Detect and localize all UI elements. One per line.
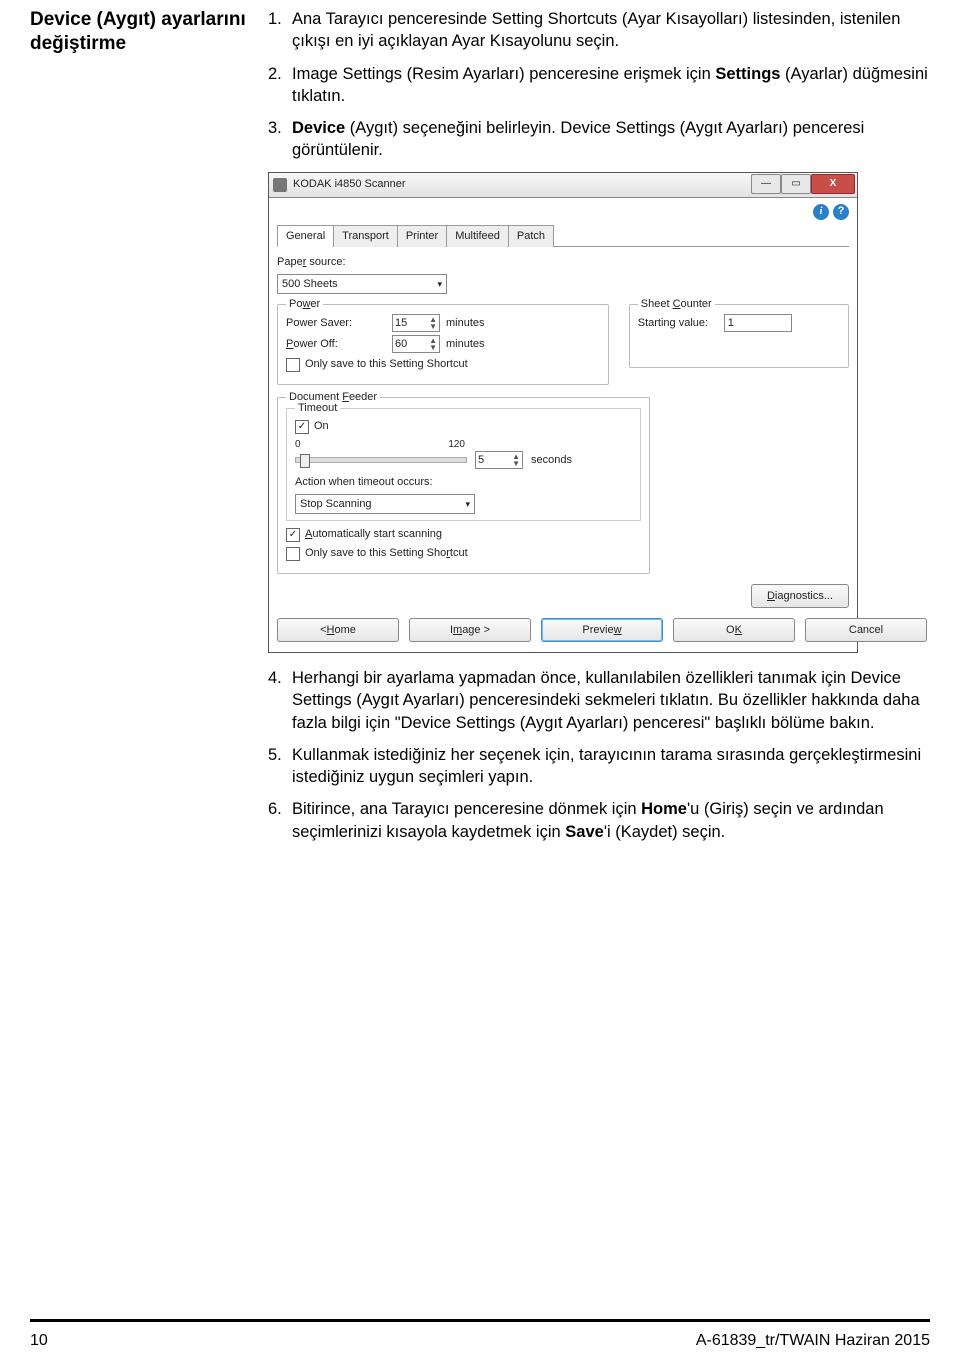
sheet-counter-legend: Sheet Counter [638,297,715,312]
tab-transport[interactable]: Transport [333,225,398,248]
timeout-subgroup: Timeout On 0 120 [286,408,641,521]
power-group: Power Power Saver: 15▲▼ minutes Power Of… [277,304,609,385]
step-text: Kullanmak istediğiniz her seçenek için, … [292,744,930,789]
page-footer: 10 A-61839_tr/TWAIN Haziran 2015 [30,1332,930,1350]
only-save-label-2: Only save to this Setting Shortcut [305,546,468,561]
step-text-pre: Bitirince, ana Tarayıcı penceresine dönm… [292,800,641,818]
spinner-arrows-icon: ▲▼ [429,316,437,330]
step-bold: Device [292,119,345,137]
image-button[interactable]: Image > [409,618,531,642]
power-saver-label: Power Saver: [286,316,386,331]
info-icon[interactable]: i [813,204,829,220]
power-off-spinner[interactable]: 60 ▲▼ [392,335,440,353]
help-icon[interactable]: ? [833,204,849,220]
tab-general[interactable]: General [277,225,334,248]
step-text: Bitirince, ana Tarayıcı penceresine dönm… [292,798,930,843]
starting-value-input[interactable]: 1 [724,314,792,332]
only-save-label: Only save to this Setting Shortcut [305,357,468,372]
paper-source-value: 500 Sheets [282,277,338,292]
minimize-button[interactable]: — [751,174,781,194]
minutes-unit: minutes [446,316,485,331]
timeout-on-label: On [314,419,329,434]
paper-source-select[interactable]: 500 Sheets ▾ [277,274,447,294]
power-off-value: 60 [395,337,407,352]
document-feeder-group: Document Feeder Timeout On 0 [277,397,650,574]
starting-value-label: Starting value: [638,316,718,331]
step-number: 2. [268,63,292,108]
steps-column: 1. Ana Tarayıcı penceresinde Setting Sho… [268,8,930,853]
ok-button[interactable]: OK [673,618,795,642]
only-save-checkbox[interactable] [286,358,300,372]
step-text: Ana Tarayıcı penceresinde Setting Shortc… [292,8,930,53]
page-number: 10 [30,1332,48,1350]
minutes-unit: minutes [446,337,485,352]
chevron-down-icon: ▾ [465,498,470,510]
power-saver-value: 15 [395,316,407,331]
only-save-checkbox-2[interactable] [286,547,300,561]
timeout-on-checkbox[interactable] [295,420,309,434]
timeout-spinner[interactable]: 5 ▲▼ [475,451,523,469]
step-text: Image Settings (Resim Ayarları) penceres… [292,63,930,108]
power-group-legend: Power [286,297,323,312]
auto-start-checkbox[interactable] [286,528,300,542]
slider-thumb[interactable] [300,454,310,468]
power-off-label: Power Off: [286,337,386,352]
maximize-button[interactable]: ▭ [781,174,811,194]
step-bold: Settings [715,65,780,83]
timeout-slider[interactable] [295,457,467,463]
auto-start-label: Automatically start scanning [305,527,442,542]
step-bold: Save [565,823,604,841]
step-text-pre: Image Settings (Resim Ayarları) penceres… [292,65,715,83]
step-text-post: 'i (Kaydet) seçin. [604,823,725,841]
action-select[interactable]: Stop Scanning ▾ [295,494,475,514]
window-app-icon [273,178,287,192]
section-heading: Device (Aygıt) ayarlarını değiştirme [30,8,250,56]
slider-max: 120 [448,438,465,452]
tab-multifeed[interactable]: Multifeed [446,225,509,248]
action-value: Stop Scanning [300,497,372,512]
seconds-unit: seconds [531,453,572,468]
step-number: 6. [268,798,292,843]
close-button[interactable]: X [811,174,855,194]
action-label: Action when timeout occurs: [295,475,632,490]
timeout-legend: Timeout [295,401,340,416]
footer-rule [30,1319,930,1322]
scanner-settings-window: KODAK i4850 Scanner — ▭ X i ? [268,172,858,653]
slider-min: 0 [295,438,301,452]
paper-source-label: Paper source: [277,255,849,270]
cancel-button[interactable]: Cancel [805,618,927,642]
diagnostics-button[interactable]: Diagnostics... [751,584,849,608]
tab-printer[interactable]: Printer [397,225,447,248]
step-number: 4. [268,667,292,734]
spinner-arrows-icon: ▲▼ [512,453,520,467]
chevron-down-icon: ▾ [437,278,442,290]
power-saver-spinner[interactable]: 15 ▲▼ [392,314,440,332]
doc-reference: A-61839_tr/TWAIN Haziran 2015 [696,1332,930,1350]
window-titlebar: KODAK i4850 Scanner — ▭ X [269,173,857,198]
step-text-post: (Aygıt) seçeneğini belirleyin. Device Se… [292,119,864,159]
step-text: Device (Aygıt) seçeneğini belirleyin. De… [292,117,930,162]
tabs-bar: General Transport Printer Multifeed Patc… [277,224,849,248]
preview-button[interactable]: Preview [541,618,663,642]
sheet-counter-group: Sheet Counter Starting value: 1 [629,304,849,368]
spinner-arrows-icon: ▲▼ [429,337,437,351]
window-title: KODAK i4850 Scanner [293,177,406,192]
timeout-value: 5 [478,453,484,468]
step-number: 1. [268,8,292,53]
tab-patch[interactable]: Patch [508,225,554,248]
home-button[interactable]: < Home [277,618,399,642]
step-bold: Home [641,800,687,818]
step-number: 5. [268,744,292,789]
step-text: Herhangi bir ayarlama yapmadan önce, kul… [292,667,930,734]
step-number: 3. [268,117,292,162]
